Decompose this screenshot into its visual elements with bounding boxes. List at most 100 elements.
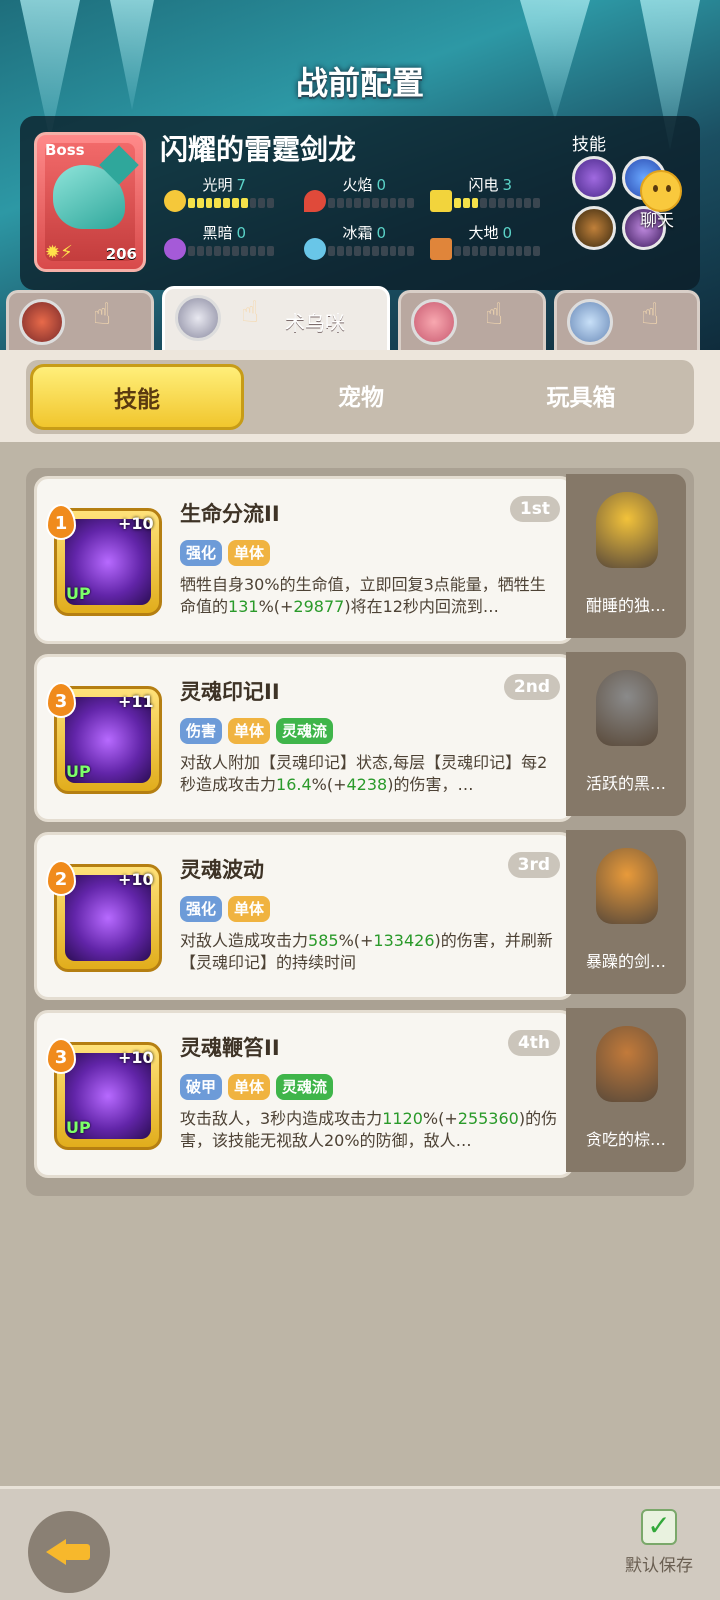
pet-slot[interactable]: 贪吃的棕… [566, 1008, 686, 1172]
pet-slot[interactable]: 酣睡的独… [566, 474, 686, 638]
skill-description: 对敌人附加【灵魂印记】状态,每层【灵魂印记】每2秒造成攻击力16.4%(+423… [180, 753, 548, 794]
stat-bar-segment [371, 246, 379, 256]
skill-rank-badge: 3rd [507, 852, 560, 878]
chat-button[interactable]: 聊天 [618, 170, 702, 240]
stat-bar-segment [480, 246, 488, 256]
stat-bar-segment [196, 198, 204, 208]
skill-up-indicator: UP [66, 584, 91, 603]
boss-tag: Boss [45, 141, 85, 159]
boss-info-panel: Boss ✹⚡ 206 闪耀的雷霆剑龙 光明 7 火焰 0 闪电 3 黑暗 0 冰霜 0 … [20, 116, 700, 290]
stat-bar-segment [345, 198, 353, 208]
skill-plus-level: +10 [118, 514, 154, 533]
stat-bar-segment [515, 246, 523, 256]
lightning-icon: ✹⚡ [45, 242, 73, 263]
skill-rank-badge: 2nd [503, 674, 560, 700]
boss-skill-earth-icon[interactable] [572, 206, 616, 250]
skill-name: 生命分流II [180, 502, 280, 526]
pet-slot[interactable]: 活跃的黑… [566, 652, 686, 816]
pet-name: 活跃的黑… [585, 774, 666, 793]
stat-bar-segment [524, 246, 532, 256]
tab-pets[interactable]: 宠物 [254, 368, 468, 428]
lightning-bolt-icon [430, 190, 452, 212]
category-tab-bar: 技能 宠物 玩具箱 [0, 350, 720, 442]
checkbox-checked-icon: ✓ [641, 1509, 677, 1545]
skill-card[interactable]: 2 +10 灵魂波动 3rd 强化 单体 对敌人造成攻击力585%(+133426… [34, 832, 574, 1000]
skill-tags: 强化 单体 [180, 896, 271, 922]
hero-tab-2[interactable]: ☝ 术乌咪 [162, 286, 390, 356]
stat-bar-segment [328, 198, 335, 208]
pet-slot[interactable]: 暴躁的剑… [566, 830, 686, 994]
stat-bar-segment [188, 198, 195, 208]
stat-bar-segment [533, 246, 540, 256]
hero-tab-1[interactable]: ☝ [6, 290, 154, 352]
pet-figure [596, 848, 658, 924]
skill-level-badge: 3 [46, 1038, 76, 1074]
skill-up-indicator: UP [66, 762, 91, 781]
stat-bar-segment [249, 246, 257, 256]
chat-label: 聊天 [640, 211, 674, 231]
stat-bar-segment [380, 246, 388, 256]
stat-bar-segment [489, 246, 496, 256]
skill-up-indicator: UP [66, 1118, 91, 1137]
stat-bar-segment [471, 198, 479, 208]
stat-bar-segment [480, 198, 488, 208]
hero-tab-3[interactable]: ☝ [398, 290, 546, 352]
tap-hand-icon: ☝ [641, 297, 660, 332]
stat-bar-segment [363, 246, 370, 256]
skill-tags: 破甲 单体 灵魂流 [180, 1074, 334, 1100]
skill-tag: 伤害 [180, 718, 223, 744]
stat-bar-segment [267, 246, 274, 256]
boss-name: 闪耀的雷霆剑龙 [160, 133, 357, 166]
skill-tag: 单体 [228, 718, 271, 744]
stat-bar-segment [328, 246, 335, 256]
skill-plus-level: +10 [118, 870, 154, 889]
tap-hand-icon: ☝ [485, 297, 504, 332]
boss-skill-swirl-icon[interactable] [572, 156, 616, 200]
tab-skills[interactable]: 技能 [30, 364, 244, 430]
stat-bar-segment [354, 246, 362, 256]
stat-bar-segment [336, 198, 344, 208]
stat-lightning: 闪电 3 [430, 174, 566, 212]
skill-card[interactable]: 3 +10 UP 灵魂鞭笞II 4th 破甲 单体 灵魂流 攻击敌人，3秒内造成攻击… [34, 1010, 574, 1178]
skill-description: 牺牲自身30%的生命值，立即回复3点能量，牺牲生命值的131%(+29877)将… [180, 575, 546, 616]
skill-rank-badge: 1st [509, 496, 560, 522]
hero-tab-4[interactable]: ☝ [554, 290, 700, 352]
default-save-toggle[interactable]: ✓ 默认保存 [614, 1509, 704, 1589]
stat-bar-segment [336, 246, 344, 256]
skill-card[interactable]: 1 +10 UP 生命分流II 1st 强化 单体 牺牲自身30%的生命值，立即回… [34, 476, 574, 644]
stat-bar-segment [389, 198, 397, 208]
pet-name: 贪吃的棕… [585, 1130, 666, 1149]
stat-bar-segment [454, 198, 461, 208]
stat-bar-segment [497, 198, 505, 208]
skill-plus-level: +11 [118, 692, 154, 711]
stat-bar-segment [515, 198, 523, 208]
skill-card[interactable]: 3 +11 UP 灵魂印记II 2nd 伤害 单体 灵魂流 对敌人附加【灵魂印记】状… [34, 654, 574, 822]
stat-bar-segment [471, 246, 479, 256]
stat-bar-segment [533, 198, 540, 208]
stat-bar-segment [398, 198, 406, 208]
footer-bar: ✓ 默认保存 [0, 1486, 720, 1600]
stat-bar-segment [345, 246, 353, 256]
skill-name: 灵魂鞭笞II [180, 1036, 280, 1060]
default-save-label: 默认保存 [625, 1556, 693, 1576]
sun-icon [164, 190, 186, 212]
skill-level-badge: 2 [46, 860, 76, 896]
stat-bar-segment [231, 246, 239, 256]
moon-icon [164, 238, 186, 260]
fire-icon [304, 190, 326, 212]
stat-fire: 火焰 0 [304, 174, 440, 212]
pet-name: 酣睡的独… [585, 596, 666, 615]
hero-avatar [19, 299, 65, 345]
skill-tag: 破甲 [180, 1074, 223, 1100]
tab-toybox[interactable]: 玩具箱 [474, 368, 688, 428]
stat-bar-segment [267, 198, 274, 208]
skill-name: 灵魂印记II [180, 680, 280, 704]
stat-bar-segment [223, 246, 230, 256]
stat-bar-segment [223, 198, 230, 208]
pet-figure [596, 1026, 658, 1102]
boss-portrait-card[interactable]: Boss ✹⚡ 206 [34, 132, 146, 272]
back-button[interactable] [28, 1511, 110, 1593]
skill-tag: 单体 [228, 1074, 271, 1100]
stat-light: 光明 7 [164, 174, 300, 212]
stat-bar-segment [258, 246, 266, 256]
